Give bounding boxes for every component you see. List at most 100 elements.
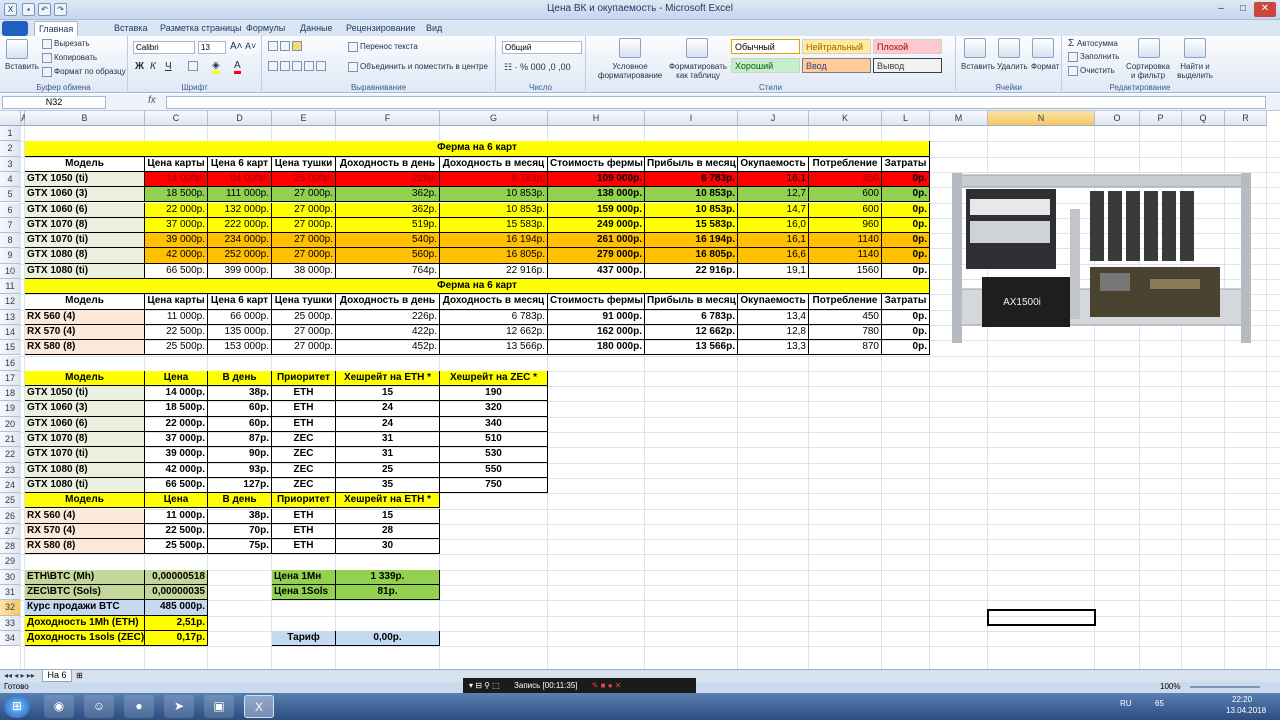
farm1-value-cell[interactable]: 6 783р. xyxy=(440,171,548,188)
farm1-header-cell[interactable]: Окупаемость xyxy=(738,156,809,172)
font-name-select[interactable]: Calibri xyxy=(133,41,195,54)
farm2-value-cell[interactable]: 13 566р. xyxy=(440,340,548,356)
farm1-header-cell[interactable]: Доходность в месяц xyxy=(440,156,548,172)
farm1-value-cell[interactable]: 10 853р. xyxy=(645,187,738,203)
rate-label[interactable]: Доходность 1sols (ZEC) xyxy=(25,630,145,647)
hash1-cell[interactable]: GTX 1070 (ti) xyxy=(25,447,145,463)
conditional-format-button[interactable]: Условное форматирование xyxy=(598,62,662,80)
find-select-button[interactable]: Найти и выделить xyxy=(1172,62,1218,80)
row-header-19[interactable]: 19 xyxy=(0,401,21,417)
hash1-header-cell[interactable]: Хешрейт на ETH * xyxy=(336,370,440,387)
farm1-value-cell[interactable]: 399 000р. xyxy=(208,263,272,279)
column-header-F[interactable]: F xyxy=(336,111,440,126)
style-neutral[interactable]: Нейтральный xyxy=(802,39,871,54)
farm2-value-cell[interactable]: 226р. xyxy=(336,309,440,325)
farm2-value-cell[interactable]: 0р. xyxy=(882,340,930,356)
farm2-value-cell[interactable]: 13 566р. xyxy=(645,340,738,356)
row-header-1[interactable]: 1 xyxy=(0,126,21,142)
farm1-header-cell[interactable]: Потребление xyxy=(809,156,882,172)
farm1-value-cell[interactable]: 540р. xyxy=(336,233,440,249)
hash1-cell[interactable]: GTX 1060 (6) xyxy=(25,416,145,432)
column-header-D[interactable]: D xyxy=(208,111,272,126)
farm1-value-cell[interactable]: 27 000р. xyxy=(272,248,336,264)
smiley-app-icon[interactable]: ☺ xyxy=(84,695,114,718)
format-cells-icon[interactable] xyxy=(1032,38,1054,58)
farm2-header-cell[interactable]: Прибыль в месяц xyxy=(645,294,738,310)
conditional-format-icon[interactable] xyxy=(619,38,641,58)
row-header-9[interactable]: 9 xyxy=(0,248,21,264)
hash1-cell[interactable]: 90р. xyxy=(208,447,272,463)
farm1-value-cell[interactable]: 18 500р. xyxy=(145,187,208,203)
hash2-cell[interactable]: ETH xyxy=(272,523,336,540)
hash1-cell[interactable]: 550 xyxy=(440,462,548,478)
rate-value[interactable]: 0,00000518 xyxy=(145,569,208,585)
farm1-value-cell[interactable]: 39 000р. xyxy=(145,233,208,249)
farm1-value-cell[interactable]: 519р. xyxy=(336,217,440,234)
column-header-L[interactable]: L xyxy=(882,111,930,126)
hash1-cell[interactable]: 24 xyxy=(336,401,440,417)
farm1-header-cell[interactable]: Затраты xyxy=(882,156,930,172)
sort-filter-icon[interactable] xyxy=(1138,38,1160,58)
farm1-value-cell[interactable]: 15 583р. xyxy=(440,217,548,234)
column-header-Q[interactable]: Q xyxy=(1182,111,1225,126)
farm2-value-cell[interactable]: 6 783р. xyxy=(440,309,548,325)
farm1-value-cell[interactable]: 0р. xyxy=(882,233,930,249)
farm1-value-cell[interactable]: 27 000р. xyxy=(272,187,336,203)
farm1-model-cell[interactable]: GTX 1070 (ti) xyxy=(25,233,145,249)
farm1-value-cell[interactable]: 27 000р. xyxy=(272,202,336,218)
farm1-value-cell[interactable]: 1560 xyxy=(809,263,882,279)
farm1-value-cell[interactable]: 0р. xyxy=(882,202,930,218)
row-header-33[interactable]: 33 xyxy=(0,615,21,631)
tab-2[interactable]: Разметка страницы xyxy=(156,21,246,36)
merge-center-button[interactable]: Объединить и поместить в центре xyxy=(348,62,488,72)
farm2-header-cell[interactable]: Стоимость фермы xyxy=(548,294,645,310)
hash1-cell[interactable]: ZEC xyxy=(272,432,336,448)
maximize-button[interactable]: □ xyxy=(1232,2,1254,17)
format-table-icon[interactable] xyxy=(686,38,708,58)
hash1-cell[interactable]: GTX 1070 (8) xyxy=(25,432,145,448)
row-header-4[interactable]: 4 xyxy=(0,171,21,188)
tab-6[interactable]: Вид xyxy=(422,21,446,36)
tab-0[interactable]: Главная xyxy=(34,21,79,36)
hash1-cell[interactable]: ETH xyxy=(272,401,336,417)
minimize-button[interactable]: – xyxy=(1210,2,1232,17)
farm2-value-cell[interactable]: 422р. xyxy=(336,324,440,341)
farm2-value-cell[interactable]: 180 000р. xyxy=(548,340,645,356)
sheet-tab-active[interactable]: На 6 xyxy=(42,670,72,682)
row-header-14[interactable]: 14 xyxy=(0,324,21,341)
grow-font-icon[interactable]: A˄ xyxy=(230,41,243,52)
hash2-header-cell[interactable]: Хешрейт на ETH * xyxy=(336,493,440,509)
farm2-value-cell[interactable]: 0р. xyxy=(882,309,930,325)
farm2-header-cell[interactable]: Цена карты xyxy=(145,294,208,310)
spreadsheet-grid[interactable]: A B C D E F G H I J K L M N O P Q R 1 2 3 4 5 6 7 8 9 10 11 12 13 14 15 1… xyxy=(0,111,1280,669)
hash1-cell[interactable]: 190 xyxy=(440,386,548,402)
hash2-cell[interactable]: 70р. xyxy=(208,523,272,540)
row-header-28[interactable]: 28 xyxy=(0,539,21,555)
clear-button[interactable]: Очистить xyxy=(1068,66,1115,76)
wrap-text-button[interactable]: Перенос текста xyxy=(348,42,418,52)
farm1-value-cell[interactable]: 22 916р. xyxy=(645,263,738,279)
hash1-cell[interactable]: 87р. xyxy=(208,432,272,448)
farm2-value-cell[interactable]: 22 500р. xyxy=(145,324,208,341)
farm1-value-cell[interactable]: 0р. xyxy=(882,248,930,264)
hash1-cell[interactable]: 14 000р. xyxy=(145,386,208,402)
column-header-H[interactable]: H xyxy=(548,111,645,126)
find-select-icon[interactable] xyxy=(1184,38,1206,58)
row-header-7[interactable]: 7 xyxy=(0,217,21,234)
farm1-value-cell[interactable]: 16,1 xyxy=(738,233,809,249)
hash1-cell[interactable]: 24 xyxy=(336,416,440,432)
farm1-value-cell[interactable]: 111 000р. xyxy=(208,187,272,203)
tab-4[interactable]: Данные xyxy=(296,21,337,36)
hash1-cell[interactable]: 127р. xyxy=(208,477,272,494)
farm1-value-cell[interactable]: 19,1 xyxy=(738,263,809,279)
farm2-value-cell[interactable]: 780 xyxy=(809,324,882,341)
hash2-cell[interactable]: 22 500р. xyxy=(145,523,208,540)
column-header-J[interactable]: J xyxy=(738,111,809,126)
farm1-value-cell[interactable]: 261 000р. xyxy=(548,233,645,249)
farm2-header-cell[interactable]: Цена 6 карт xyxy=(208,294,272,310)
farm2-header-cell[interactable]: Модель xyxy=(25,294,145,310)
hash1-cell[interactable]: 340 xyxy=(440,416,548,432)
farm1-value-cell[interactable]: 38 000р. xyxy=(272,263,336,279)
format-cells-button[interactable]: Формат xyxy=(1031,62,1059,71)
farm1-value-cell[interactable]: 16 805р. xyxy=(645,248,738,264)
